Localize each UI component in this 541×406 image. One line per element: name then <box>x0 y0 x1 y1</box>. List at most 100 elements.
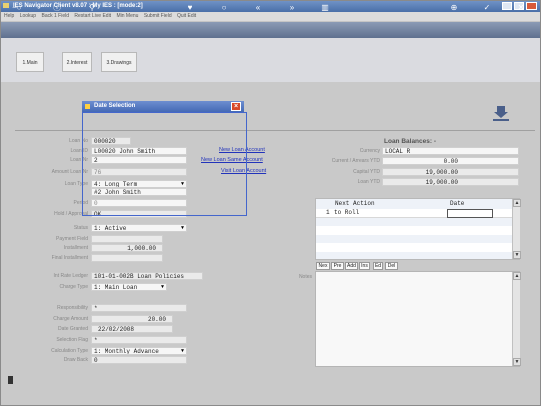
balance-value-loan: 19,000.00 <box>382 178 519 186</box>
edit-button[interactable]: Ed <box>373 262 383 270</box>
menu-bar: Help Lookup Back 1 Field Restart Live Ed… <box>1 12 540 21</box>
minimize-icon[interactable] <box>502 2 512 10</box>
selection-flag-label: Selection Flag <box>56 337 88 343</box>
toolbar <box>1 22 540 38</box>
menu-item-quit-edit[interactable]: Quit Edit <box>177 13 196 19</box>
date-granted-label: Date Granted <box>57 326 88 332</box>
chart-icon[interactable]: ▥ <box>320 3 330 13</box>
loan-balances-title: Loan Balances: - <box>384 138 437 145</box>
payment-field[interactable] <box>91 235 163 243</box>
grid-scrollbar[interactable]: ▲ ▼ <box>512 199 521 259</box>
tab-interest[interactable]: 2.Interest <box>62 52 92 72</box>
hold-approval-label: Hold / Approval <box>54 211 88 217</box>
balance-label-loan: Loan YTD <box>357 179 380 185</box>
column-header-next-action: Next Action <box>335 200 375 207</box>
menu-item-restart-live-edit[interactable]: Restart Live Edit <box>74 13 111 19</box>
fast-forward-icon[interactable]: » <box>287 3 297 13</box>
calculation-type-value: 1: Monthly Advance <box>94 348 159 355</box>
download-icon[interactable] <box>492 104 510 122</box>
draw-back-field[interactable]: 0 <box>91 356 187 364</box>
notes-textarea[interactable] <box>315 271 520 367</box>
scroll-down-icon[interactable]: ▼ <box>513 251 521 259</box>
circle-icon[interactable]: ○ <box>219 3 229 13</box>
dialog-close-button[interactable]: × <box>231 102 241 111</box>
balance-value-arrears: 0.00 <box>382 157 519 165</box>
responsibility-label: Responsibility <box>57 305 88 311</box>
final-installment-field[interactable] <box>91 254 163 262</box>
tab-drawings[interactable]: 3.Drawings <box>101 52 137 72</box>
delete-button[interactable]: Del <box>385 262 398 270</box>
installment-label: Installment <box>63 245 88 251</box>
scroll-up-icon[interactable]: ▲ <box>513 272 521 280</box>
status-value: 1: Active <box>94 225 127 232</box>
window-title: IES Navigator Client v8.07 : My IES : [m… <box>1 1 540 12</box>
status-label: Status <box>73 225 88 231</box>
calculation-type-select[interactable]: 1: Monthly Advance ▼ <box>91 347 187 355</box>
charge-type-value: 1: Main Loan <box>94 284 138 291</box>
selection-flag-field[interactable]: * <box>91 336 187 344</box>
payment-field-label: Payment Field <box>56 236 88 242</box>
date-selection-dialog[interactable] <box>82 112 247 216</box>
calculation-type-label: Calculation Type <box>51 348 88 354</box>
final-installment-label: Final Installment <box>51 255 88 261</box>
insert-button[interactable]: Ins <box>359 262 370 270</box>
charge-amount-field[interactable]: 20.00 <box>91 315 173 323</box>
draw-back-label: Draw Back <box>63 357 88 363</box>
plus-icon[interactable]: ⊕ <box>449 3 459 13</box>
menu-item-min-menu[interactable]: Min Menu <box>116 13 138 19</box>
chevron-down-icon[interactable]: ▼ <box>161 284 164 290</box>
charge-amount-label: Charge Amount <box>53 316 88 322</box>
balance-value-currency: LOCAL R <box>382 147 519 155</box>
scroll-up-icon[interactable]: ▲ <box>513 199 521 207</box>
rewind-icon[interactable]: « <box>253 3 263 13</box>
notes-scrollbar[interactable]: ▲ ▼ <box>512 272 521 366</box>
close-window-icon[interactable] <box>526 2 537 10</box>
charge-type-label: Charge Type <box>59 284 88 290</box>
notes-label: Notes <box>298 274 312 280</box>
table-row[interactable] <box>316 243 512 252</box>
int-rate-ledger-field[interactable]: 101-01-002B Loan Policies <box>91 272 203 280</box>
menu-item-lookup[interactable]: Lookup <box>20 13 36 19</box>
installment-field[interactable]: 1,000.00 <box>91 244 163 252</box>
menu-item-submit-field[interactable]: Submit Field <box>144 13 172 19</box>
scroll-down-icon[interactable]: ▼ <box>513 358 521 366</box>
balance-label-arrears: Current / Arrears YTD <box>331 158 380 164</box>
key-icon[interactable]: ⎯○ <box>8 3 26 13</box>
loan-id-label: Loan ID <box>70 148 88 154</box>
period-label: Period <box>73 200 88 206</box>
responsibility-field[interactable]: * <box>91 304 187 312</box>
balance-label-capital: Capital YTD <box>353 169 380 175</box>
loan-no-label: Loan No <box>69 138 88 144</box>
previous-button[interactable]: Pre <box>331 262 344 270</box>
chevron-down-icon[interactable]: ▼ <box>181 225 184 231</box>
chevron-down-icon[interactable]: ▼ <box>181 348 184 354</box>
loan-type-label: Loan Type <box>64 181 88 187</box>
dialog-title: Date Selection <box>82 101 244 112</box>
loan-nr-label: Loan Nr <box>70 157 88 163</box>
table-row[interactable] <box>316 226 512 235</box>
balance-label-currency: Currency <box>359 148 380 154</box>
status-select[interactable]: 1: Active ▼ <box>91 224 187 232</box>
menu-item-back-field[interactable]: Back 1 Field <box>41 13 69 19</box>
column-header-date: Date <box>450 200 465 207</box>
charge-type-select[interactable]: 1: Main Loan ▼ <box>91 283 167 291</box>
tab-main[interactable]: 1.Main <box>16 52 44 72</box>
calendar-icon <box>85 104 90 109</box>
search-icon[interactable]: ⚲ <box>87 3 97 13</box>
menu-item-help[interactable]: Help <box>4 13 14 19</box>
check-icon[interactable]: ✓ <box>482 3 492 13</box>
info-icon[interactable]: ⓘ <box>52 3 62 13</box>
date-granted-field[interactable]: 22/02/2008 <box>91 325 173 333</box>
add-button[interactable]: Add <box>345 262 358 270</box>
amount-loan-nr-label: Amount Loan Nr <box>51 169 88 175</box>
balance-value-capital: 19,000.00 <box>382 168 519 176</box>
next-action-grid: Next Action Date 1 to Roll ▲ ▼ <box>315 198 521 260</box>
next-action-cell[interactable]: to Roll <box>334 209 359 216</box>
next-button[interactable]: Nex <box>316 262 330 270</box>
exit-icon[interactable] <box>8 376 13 384</box>
date-cell[interactable] <box>447 209 493 218</box>
heart-icon[interactable]: ♥ <box>185 3 195 13</box>
close-icon[interactable]: ✕ <box>516 3 526 13</box>
int-rate-ledger-label: Int Rate Ledger <box>53 273 88 279</box>
row-number: 1 <box>326 209 330 216</box>
